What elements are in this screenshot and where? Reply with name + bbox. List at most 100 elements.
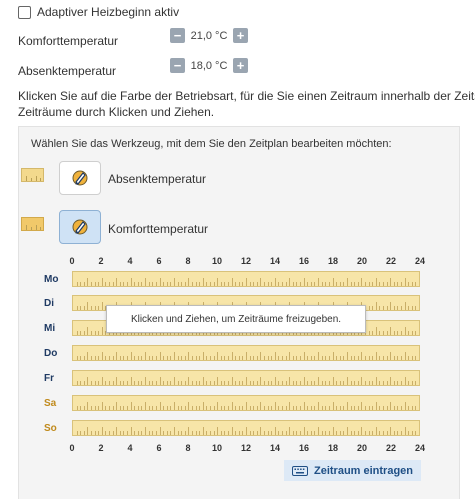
schedule-tick: [339, 282, 341, 286]
day-schedule-bar-mo[interactable]: [72, 271, 420, 287]
schedule-tick: [238, 381, 240, 385]
schedule-tick: [184, 431, 186, 435]
schedule-tick: [188, 402, 190, 410]
schedule-tick: [300, 381, 302, 385]
schedule-tick: [264, 381, 266, 385]
schedule-tick: [346, 352, 348, 360]
schedule-tick: [303, 278, 305, 286]
adaptive-heating-row[interactable]: Adaptiver Heizbeginn aktiv: [18, 3, 179, 21]
schedule-tick: [238, 356, 240, 360]
schedule-tick: [357, 356, 359, 360]
schedule-tick: [307, 356, 309, 360]
schedule-tick: [148, 356, 150, 360]
comfort-color-swatch[interactable]: [21, 217, 44, 231]
instruction-line-2: Zeiträume durch Klicken und Ziehen.: [18, 105, 215, 119]
schedule-tick: [137, 356, 139, 360]
schedule-tick: [332, 278, 334, 286]
comfort-tool-button[interactable]: [59, 210, 101, 244]
schedule-tick: [404, 278, 406, 286]
schedule-tick: [411, 306, 413, 310]
hour-tick-label: 22: [385, 443, 396, 453]
schedule-tick: [390, 278, 392, 286]
schedule-tick: [321, 356, 323, 360]
schedule-tick: [246, 377, 247, 385]
schedule-tick: [336, 431, 338, 435]
schedule-tick: [246, 278, 247, 286]
setback-color-swatch[interactable]: [21, 168, 44, 182]
schedule-tick: [166, 282, 168, 286]
day-schedule-bar-do[interactable]: [72, 345, 420, 361]
schedule-tick: [188, 278, 190, 286]
schedule-tick: [209, 356, 211, 360]
schedule-tick: [267, 282, 269, 286]
comfort-decrease-button[interactable]: −: [170, 28, 185, 43]
schedule-tick: [227, 431, 229, 435]
schedule-tick: [141, 282, 143, 286]
schedule-tick: [361, 377, 363, 385]
hour-tick-label: 16: [298, 443, 309, 453]
day-schedule-bar-sa[interactable]: [72, 395, 420, 411]
schedule-tick: [364, 282, 366, 286]
schedule-tick: [123, 406, 125, 410]
schedule-tick: [296, 381, 298, 385]
schedule-tick: [91, 431, 93, 435]
schedule-tick: [191, 282, 193, 286]
schedule-tick: [94, 356, 96, 360]
schedule-tick: [282, 282, 284, 286]
schedule-tick: [155, 381, 157, 385]
schedule-tick: [390, 302, 392, 310]
schedule-tick: [181, 431, 183, 435]
schedule-tick: [87, 278, 89, 286]
hour-tick-label: 2: [98, 256, 104, 266]
add-time-range-button[interactable]: Zeitraum eintragen: [284, 460, 421, 481]
schedule-tick: [379, 381, 381, 385]
schedule-tick: [166, 381, 168, 385]
schedule-tick: [307, 381, 309, 385]
schedule-tick: [264, 431, 266, 435]
schedule-tick: [213, 431, 215, 435]
adaptive-heating-checkbox[interactable]: [18, 5, 31, 19]
schedule-tick: [354, 282, 356, 286]
setback-increase-button[interactable]: +: [233, 58, 248, 73]
schedule-tick: [260, 377, 262, 385]
schedule-tick: [249, 381, 251, 385]
schedule-tick: [249, 356, 251, 360]
schedule-tick: [307, 282, 309, 286]
setback-tool-button[interactable]: [59, 161, 101, 195]
schedule-tick: [137, 431, 139, 435]
day-schedule-bar-so[interactable]: [72, 420, 420, 436]
schedule-tick: [390, 377, 392, 385]
schedule-tick: [177, 406, 179, 410]
schedule-tick: [76, 331, 78, 335]
schedule-tick: [159, 427, 161, 435]
schedule-tick: [98, 431, 100, 435]
schedule-tick: [361, 278, 363, 286]
setback-decrease-button[interactable]: −: [170, 58, 185, 73]
schedule-tick: [159, 402, 161, 410]
day-label-fr: Fr: [44, 373, 54, 384]
schedule-tick: [375, 278, 377, 286]
schedule-tick: [80, 406, 82, 410]
schedule-tick: [98, 356, 100, 360]
schedule-tick: [206, 356, 208, 360]
day-label-mo: Mo: [44, 274, 59, 285]
schedule-tick: [253, 282, 255, 286]
schedule-tick: [80, 306, 82, 310]
schedule-tick: [404, 427, 406, 435]
schedule-tick: [231, 352, 233, 360]
schedule-tick: [274, 377, 276, 385]
comfort-increase-button[interactable]: +: [233, 28, 248, 43]
schedule-tick: [372, 282, 374, 286]
schedule-tick: [155, 406, 157, 410]
schedule-tick: [332, 402, 334, 410]
schedule-tick: [271, 356, 273, 360]
day-schedule-bar-fr[interactable]: [72, 370, 420, 386]
schedule-tick: [87, 377, 89, 385]
schedule-tick: [155, 356, 157, 360]
schedule-tick: [235, 431, 237, 435]
schedule-tick: [137, 282, 139, 286]
schedule-tick: [364, 381, 366, 385]
schedule-tick: [134, 356, 136, 360]
schedule-tick: [346, 427, 348, 435]
schedule-tick: [199, 431, 201, 435]
